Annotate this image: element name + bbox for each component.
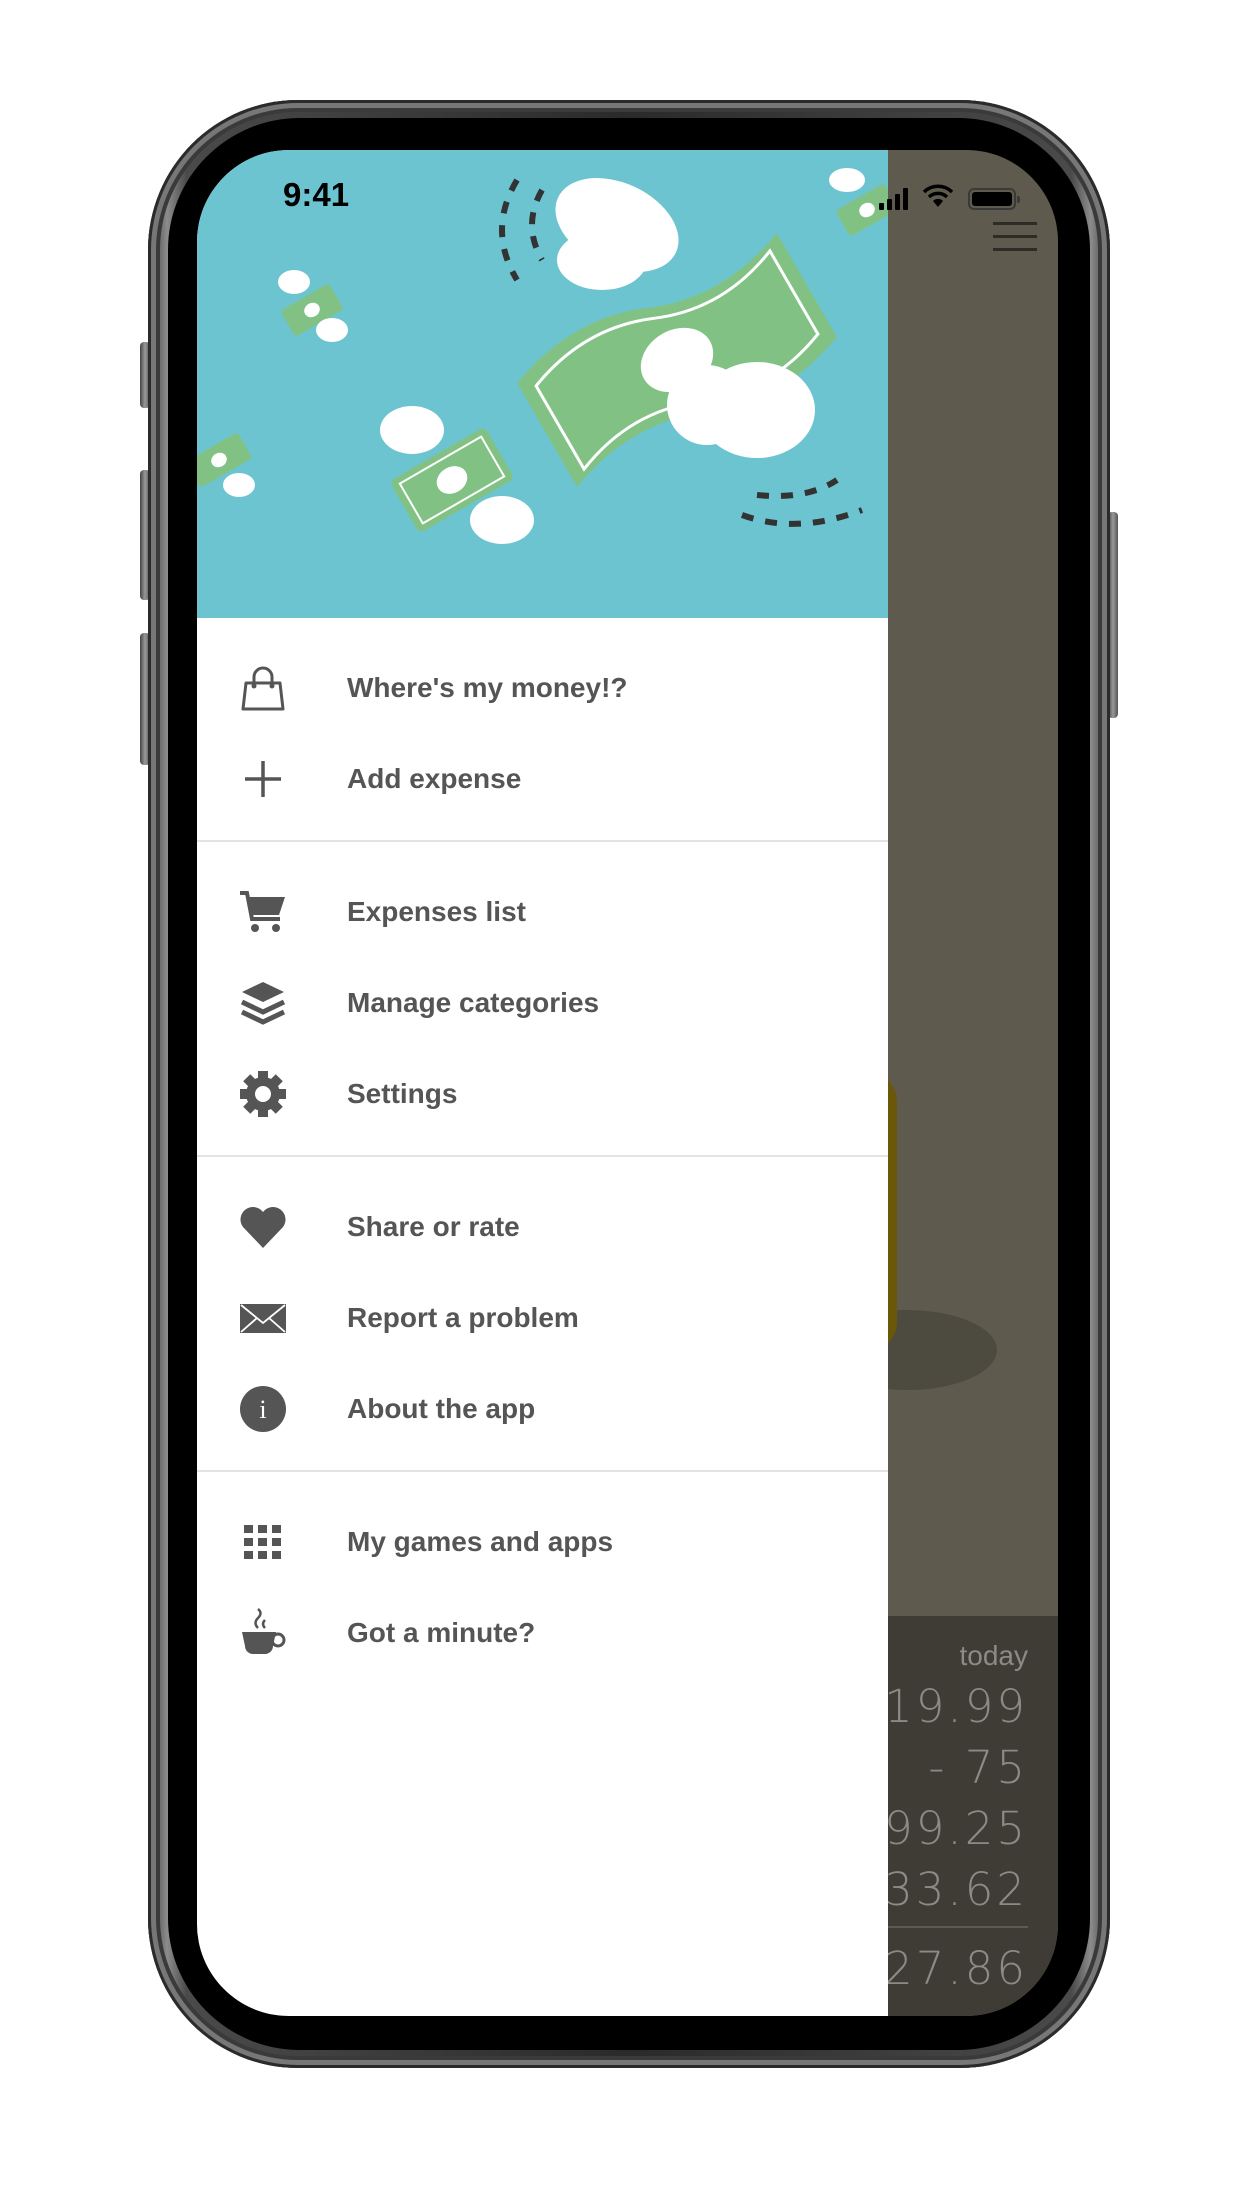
- info-icon: i: [237, 1383, 289, 1435]
- menu-item-got-a-minute[interactable]: Got a minute?: [197, 1587, 888, 1678]
- menu-item-label: My games and apps: [347, 1525, 614, 1557]
- svg-text:i: i: [259, 1395, 266, 1424]
- menu-item-share-or-rate[interactable]: Share or rate: [197, 1181, 888, 1272]
- menu-item-label: About the app: [347, 1392, 536, 1424]
- menu-item-label: Got a minute?: [347, 1616, 536, 1648]
- menu-item-report-a-problem[interactable]: Report a problem: [197, 1272, 888, 1363]
- shopping-cart-icon: [237, 886, 289, 938]
- menu-item-label: Settings: [347, 1077, 458, 1109]
- gear-icon: [237, 1068, 289, 1120]
- coffee-cup-icon: [237, 1607, 289, 1659]
- menu-group-main: Where's my money!? Add expense: [197, 618, 888, 840]
- navigation-drawer: Where's my money!? Add expense Expenses …: [197, 150, 888, 2016]
- menu-item-wheres-my-money[interactable]: Where's my money!?: [197, 642, 888, 733]
- menu-item-label: Report a problem: [347, 1301, 579, 1333]
- status-bar-icons: [879, 184, 1020, 213]
- phone-screen: today 19.99 - 75 99.25 33.62 227.86 Wher…: [197, 150, 1058, 2016]
- menu-item-my-games-and-apps[interactable]: My games and apps: [197, 1496, 888, 1587]
- menu-item-settings[interactable]: Settings: [197, 1048, 888, 1139]
- drawer-menu: Where's my money!? Add expense Expenses …: [197, 618, 888, 1694]
- menu-item-label: Where's my money!?: [347, 671, 628, 703]
- menu-item-label: Expenses list: [347, 895, 526, 927]
- plus-icon: [237, 753, 289, 805]
- cellular-signal-icon: [879, 187, 908, 210]
- menu-group-manage: Expenses list Manage categories Settings: [197, 842, 888, 1155]
- hamburger-icon[interactable]: [993, 222, 1037, 252]
- menu-group-feedback: Share or rate Report a problem i About t…: [197, 1157, 888, 1470]
- menu-item-expenses-list[interactable]: Expenses list: [197, 866, 888, 957]
- menu-group-more: My games and apps Got a minute?: [197, 1472, 888, 1694]
- flying-money-illustration: [197, 168, 888, 544]
- status-bar-time: 9:41: [283, 176, 350, 213]
- envelope-icon: [237, 1292, 289, 1344]
- menu-item-label: Add expense: [347, 762, 522, 794]
- menu-item-add-expense[interactable]: Add expense: [197, 733, 888, 824]
- drawer-header-illustration: [197, 150, 888, 618]
- shopping-bag-icon: [237, 662, 289, 714]
- menu-item-manage-categories[interactable]: Manage categories: [197, 957, 888, 1048]
- heart-icon: [237, 1201, 289, 1253]
- menu-item-label: Manage categories: [347, 986, 600, 1018]
- menu-item-about-the-app[interactable]: i About the app: [197, 1363, 888, 1454]
- menu-item-label: Share or rate: [347, 1210, 520, 1242]
- battery-icon: [968, 187, 1020, 210]
- apps-grid-icon: [237, 1516, 289, 1568]
- layers-icon: [237, 977, 289, 1029]
- wifi-icon: [922, 184, 954, 213]
